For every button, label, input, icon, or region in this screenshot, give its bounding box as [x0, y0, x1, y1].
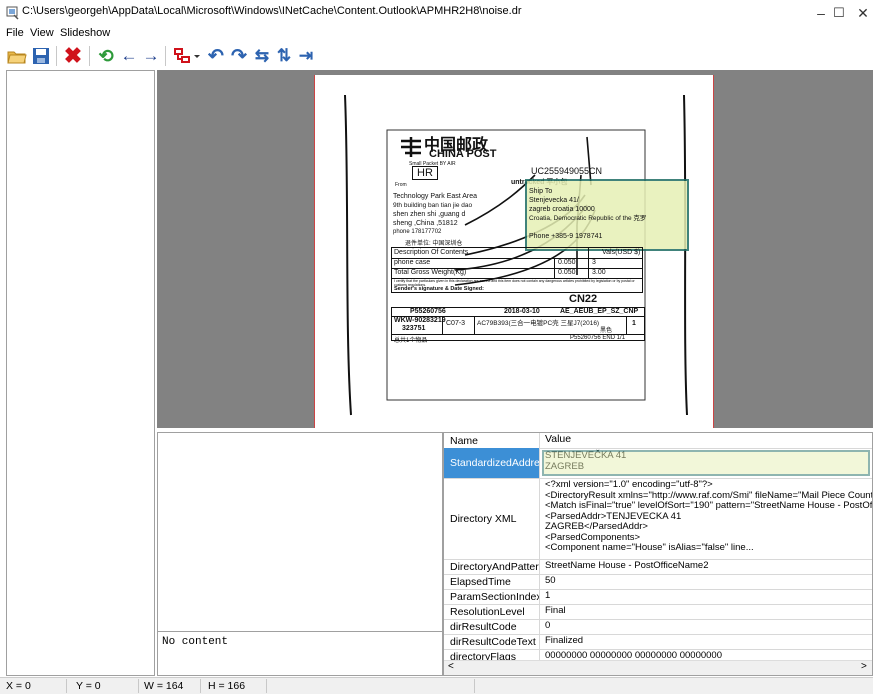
status-w: W = 164	[144, 680, 184, 692]
status-x: X = 0	[6, 680, 31, 692]
header-value: Value	[545, 433, 572, 445]
no-content-text: No content	[162, 636, 229, 648]
status-separator	[200, 679, 201, 693]
toolbar: ✖ ⟲ ← → ↶ ↷ ⇆ ⇅ ⇥	[0, 42, 873, 70]
title-bar: C:\Users\georgeh\AppData\Local\Microsoft…	[0, 0, 873, 26]
status-h: H = 166	[208, 680, 246, 692]
open-folder-icon[interactable]	[6, 45, 28, 67]
grid-row-dir-result-code-text[interactable]: dirResultCodeText Finalized	[444, 634, 872, 650]
swap-horizontal-icon[interactable]: ⇆	[251, 45, 273, 67]
scroll-left-icon[interactable]: <	[448, 661, 454, 672]
status-separator	[266, 679, 267, 693]
toolbar-separator	[56, 46, 57, 66]
document-image: 中国邮政 CHINA POST Small Packet BY AIR HR U…	[314, 75, 714, 428]
close-button[interactable]: ✕	[846, 0, 873, 26]
toolbar-separator	[89, 46, 90, 66]
thumbnail-pane[interactable]	[6, 70, 155, 676]
return-unit: 退件单位: 中国深圳仓	[405, 241, 463, 247]
recipient-address: Ship To Stenjevecka 41/ zagreb croatia 1…	[529, 188, 647, 240]
grid-header: Name Value	[444, 433, 872, 449]
redo-icon[interactable]: ↷	[228, 45, 250, 67]
info-pane[interactable]: No content	[157, 432, 443, 676]
status-separator	[66, 679, 67, 693]
refresh-icon[interactable]: ⟲	[95, 45, 117, 67]
app-icon	[6, 6, 19, 20]
horizontal-scrollbar[interactable]: < >	[444, 660, 872, 675]
menu-file[interactable]: File	[6, 27, 24, 39]
menu-slideshow[interactable]: Slideshow	[60, 27, 110, 39]
swap-vertical-icon[interactable]: ⇅	[273, 45, 295, 67]
toolbar-separator	[165, 46, 166, 66]
grid-row-standardized-address[interactable]: StandardizedAddress STENJEVEČKA 41 ZAGRE…	[444, 448, 872, 479]
fit-width-icon[interactable]: ⇥	[295, 45, 317, 67]
china-post-logo-icon	[401, 137, 421, 157]
contents-table: Description Of Contents Vals(USD $) phon…	[391, 247, 643, 293]
country-code: HR	[412, 166, 438, 180]
crop-icon[interactable]	[172, 45, 202, 67]
arrow-right-icon[interactable]: →	[140, 45, 162, 67]
value-highlight	[542, 450, 870, 476]
tracking-number: UC255949055CN	[531, 166, 603, 176]
undo-icon[interactable]: ↶	[205, 45, 227, 67]
divider	[158, 631, 442, 632]
scroll-right-icon[interactable]: >	[861, 661, 867, 672]
from-label: From	[395, 182, 407, 188]
order-table: P55260756 2018-03-10 AE_AEUB_EP_SZ_CNP W…	[391, 307, 645, 344]
grid-row-dir-result-code[interactable]: dirResultCode 0	[444, 619, 872, 635]
grid-row-resolution-level[interactable]: ResolutionLevel Final	[444, 604, 872, 620]
sender-address: Technology Park East Area 9th building b…	[393, 193, 478, 235]
delete-icon[interactable]: ✖	[62, 43, 84, 68]
grid-row-directory-and-pattern[interactable]: DirectoryAndPattern StreetName House - P…	[444, 559, 872, 575]
cn22-text: CN22	[569, 293, 598, 305]
status-separator	[474, 679, 475, 693]
save-icon[interactable]	[30, 45, 52, 67]
property-grid[interactable]: Name Value StandardizedAddress STENJEVEČ…	[443, 432, 873, 676]
status-separator	[138, 679, 139, 693]
menu-view[interactable]: View	[30, 27, 54, 39]
status-y: Y = 0	[76, 680, 101, 692]
grid-row-param-section-index[interactable]: ParamSectionIndex 1	[444, 589, 872, 605]
window-title: C:\Users\georgeh\AppData\Local\Microsoft…	[22, 5, 522, 17]
menu-bar: File View Slideshow	[0, 26, 873, 42]
arrow-left-icon[interactable]: ←	[118, 45, 140, 67]
grid-row-elapsed-time[interactable]: ElapsedTime 50	[444, 574, 872, 590]
header-name: Name	[444, 433, 540, 448]
status-bar: X = 0 Y = 0 W = 164 H = 166	[0, 677, 873, 694]
image-viewer[interactable]: 中国邮政 CHINA POST Small Packet BY AIR HR U…	[157, 70, 873, 428]
grid-row-directory-xml[interactable]: Directory XML <?xml version="1.0" encodi…	[444, 478, 872, 560]
logo-english: CHINA POST	[429, 148, 497, 160]
